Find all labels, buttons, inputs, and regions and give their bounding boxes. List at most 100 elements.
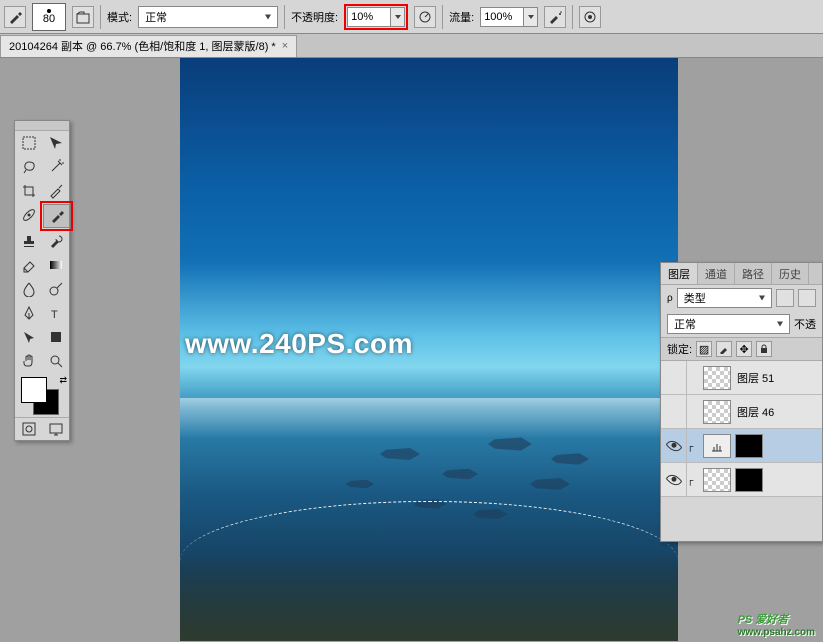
lock-transparency[interactable]: ▨ <box>696 341 712 357</box>
fish-graphic <box>380 448 420 460</box>
layer-thumb[interactable] <box>703 468 731 492</box>
visibility-toggle[interactable] <box>661 429 687 462</box>
layer-thumb[interactable] <box>703 434 731 458</box>
layer-thumb[interactable] <box>703 400 731 424</box>
type-tool[interactable]: T <box>42 301 69 325</box>
eraser-tool[interactable] <box>15 253 42 277</box>
gradient-icon <box>48 257 64 273</box>
flow-dropdown[interactable] <box>524 7 538 27</box>
lock-icon <box>759 344 769 354</box>
filter-pixel[interactable] <box>776 289 794 307</box>
screenmode-toggle[interactable] <box>42 418 69 440</box>
link-col: ┌ <box>687 474 701 486</box>
magic-wand-tool[interactable] <box>42 155 69 179</box>
flow-label: 流量: <box>449 9 474 25</box>
tool-highlight <box>40 201 73 231</box>
crop-icon <box>21 183 37 199</box>
marquee-tool[interactable] <box>15 131 42 155</box>
lasso-tool[interactable] <box>15 155 42 179</box>
layer-row[interactable]: 图层 46 <box>661 395 822 429</box>
swap-colors-icon[interactable]: ⇄ <box>59 375 67 386</box>
visibility-toggle[interactable] <box>661 361 687 394</box>
type-icon: T <box>48 305 64 321</box>
document-canvas[interactable]: www.240PS.com <box>180 58 678 641</box>
gradient-tool[interactable] <box>42 253 69 277</box>
quickmask-icon <box>21 421 37 437</box>
lock-label: 锁定: <box>667 341 692 357</box>
clone-stamp-tool[interactable] <box>15 229 42 253</box>
panel-tab-3[interactable]: 历史 <box>772 263 809 284</box>
blend-mode-select[interactable]: 正常 <box>138 6 278 28</box>
airbrush-toggle[interactable] <box>544 6 566 28</box>
toolbox-grip[interactable] <box>15 121 69 131</box>
document-tab-bar: 20104264 副本 @ 66.7% (色相/饱和度 1, 图层蒙版/8) *… <box>0 34 823 58</box>
move-tool[interactable] <box>42 131 69 155</box>
layer-row[interactable]: ┌ <box>661 463 822 497</box>
move-icon <box>48 135 64 151</box>
zoom-tool[interactable] <box>42 349 69 373</box>
page-watermark: PS 爱好者 www.psahz.com <box>738 610 815 638</box>
layer-name[interactable]: 图层 51 <box>733 370 774 386</box>
eye-icon <box>665 471 682 488</box>
hand-tool[interactable] <box>15 349 42 373</box>
lock-pixels[interactable] <box>716 341 732 357</box>
airbrush-icon <box>547 9 563 25</box>
fish-graphic <box>488 437 532 450</box>
screenmode-icon <box>48 421 64 437</box>
fish-graphic <box>551 453 589 464</box>
brush-tool[interactable] <box>43 204 70 228</box>
layer-thumb[interactable] <box>703 366 731 390</box>
flow-input[interactable]: 100% <box>480 7 524 27</box>
opacity-pressure-toggle[interactable] <box>414 6 436 28</box>
filter-adjust[interactable] <box>798 289 816 307</box>
fish-graphic <box>530 478 570 490</box>
tablet-pressure-toggle[interactable] <box>579 6 601 28</box>
visibility-toggle[interactable] <box>661 395 687 428</box>
close-icon[interactable]: × <box>282 40 288 52</box>
opacity-dropdown[interactable] <box>391 7 405 27</box>
eye-icon <box>665 437 682 454</box>
path-select-tool[interactable] <box>15 325 42 349</box>
opacity-input[interactable]: 10% <box>347 7 391 27</box>
shape-icon <box>48 329 64 345</box>
document-tab[interactable]: 20104264 副本 @ 66.7% (色相/饱和度 1, 图层蒙版/8) *… <box>0 35 297 57</box>
layer-row[interactable]: ┌ <box>661 429 822 463</box>
svg-text:T: T <box>51 309 58 321</box>
brush-preset-picker[interactable]: 80 <box>32 3 66 31</box>
blur-tool[interactable] <box>15 277 42 301</box>
fish-graphic <box>346 480 374 488</box>
rect-dashed-icon <box>21 135 37 151</box>
kind-label: 类型 <box>684 290 706 306</box>
layer-row[interactable]: 图层 51 <box>661 361 822 395</box>
shape-tool[interactable] <box>42 325 69 349</box>
lock-position[interactable]: ✥ <box>736 341 752 357</box>
crop-tool[interactable] <box>15 179 42 203</box>
layer-name[interactable]: 图层 46 <box>733 404 774 420</box>
quickmask-toggle[interactable] <box>15 418 42 440</box>
dodge-tool[interactable] <box>42 277 69 301</box>
foreground-color[interactable] <box>21 377 47 403</box>
visibility-toggle[interactable] <box>661 463 687 496</box>
spot-heal-tool[interactable] <box>15 203 42 227</box>
divider <box>442 5 443 29</box>
panel-tab-1[interactable]: 通道 <box>698 263 735 284</box>
panel-tab-2[interactable]: 路径 <box>735 263 772 284</box>
brush-panel-toggle[interactable] <box>72 6 94 28</box>
pen-tool[interactable] <box>15 301 42 325</box>
marquee-selection <box>180 501 678 621</box>
eyedropper-tool[interactable] <box>42 179 69 203</box>
brush-icon <box>49 208 65 224</box>
history-brush-tool[interactable] <box>42 229 69 253</box>
tool-preset-picker[interactable] <box>4 6 26 28</box>
blend-mode-value: 正常 <box>674 316 696 332</box>
layer-blend-select[interactable]: 正常 <box>667 314 790 334</box>
mode-value: 正常 <box>145 9 167 25</box>
divider <box>284 5 285 29</box>
layer-thumb[interactable] <box>735 434 763 458</box>
panel-tab-0[interactable]: 图层 <box>661 263 698 284</box>
lock-all[interactable] <box>756 341 772 357</box>
horizon-graphic <box>180 398 678 438</box>
layer-filter-select[interactable]: 类型 <box>677 288 772 308</box>
layer-thumb[interactable] <box>735 468 763 492</box>
mode-label: 模式: <box>107 9 132 25</box>
